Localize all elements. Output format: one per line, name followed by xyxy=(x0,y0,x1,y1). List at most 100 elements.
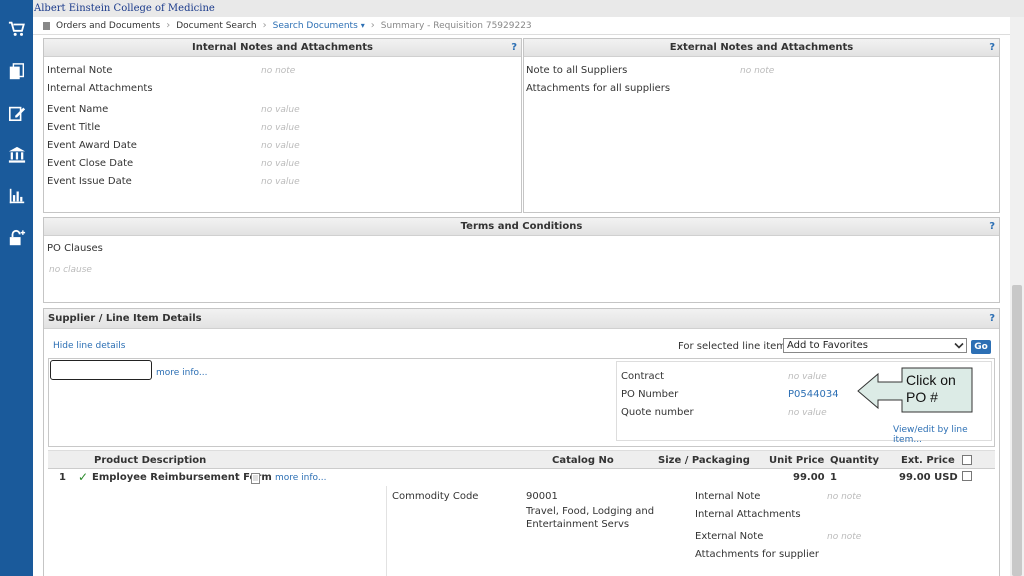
breadcrumb-orders-documents[interactable]: Orders and Documents xyxy=(56,21,160,31)
event-name-label: Event Name xyxy=(47,104,109,115)
scrollbar-thumb[interactable] xyxy=(1012,285,1022,576)
quote-number-value: no value xyxy=(788,408,827,418)
documents-icon[interactable] xyxy=(7,62,26,81)
quote-number-label: Quote number xyxy=(621,407,694,418)
col-size-packaging: Size / Packaging xyxy=(658,455,750,466)
col-quantity: Quantity xyxy=(830,455,879,466)
document-icon xyxy=(43,21,50,30)
col-catalog-no: Catalog No xyxy=(552,455,614,466)
line-internal-note-label: Internal Note xyxy=(695,491,761,502)
unit-price: 99.00 xyxy=(793,472,825,483)
line-item-checkbox[interactable] xyxy=(962,471,972,481)
event-award-date-label: Event Award Date xyxy=(47,140,137,151)
commodity-code-label: Commodity Code xyxy=(392,491,479,502)
panel-title: Supplier / Line Item Details xyxy=(48,313,202,324)
external-notes-header: External Notes and Attachments ? xyxy=(524,39,999,57)
chevron-down-icon xyxy=(954,342,964,349)
line-more-info-link[interactable]: more info... xyxy=(275,473,326,483)
view-edit-by-line-link[interactable]: View/edit by line item... xyxy=(893,425,991,445)
breadcrumb-summary: Summary - Requisition 75929223 xyxy=(380,20,532,31)
breadcrumb-search-documents[interactable]: Search Documents xyxy=(273,21,358,31)
help-icon[interactable]: ? xyxy=(989,39,995,57)
line-external-note-label: External Note xyxy=(695,531,764,542)
po-clauses-value: no clause xyxy=(49,265,92,275)
internal-note-value: no note xyxy=(261,66,296,76)
breadcrumb-document-search[interactable]: Document Search xyxy=(176,21,256,31)
ext-price: 99.00 USD xyxy=(899,472,958,483)
terms-header: Terms and Conditions ? xyxy=(44,218,999,236)
po-number-label: PO Number xyxy=(621,389,679,400)
line-action-select[interactable]: Add to Favorites xyxy=(783,338,967,353)
external-notes-panel: External Notes and Attachments ? Note to… xyxy=(523,38,1000,213)
event-issue-date-value: no value xyxy=(261,177,300,187)
event-close-date-value: no value xyxy=(261,159,300,169)
line-items-header-row: Product Description Catalog No Size / Pa… xyxy=(48,450,995,469)
edit-icon[interactable] xyxy=(7,103,26,122)
supplier-line-panel: Supplier / Line Item Details ? Hide line… xyxy=(43,308,1000,576)
event-close-date-label: Event Close Date xyxy=(47,158,134,169)
quantity: 1 xyxy=(830,472,837,483)
line-item-row: 1 ✓ Employee Reimbursement Form more inf… xyxy=(48,469,995,576)
breadcrumb: Orders and Documents › Document Search ›… xyxy=(33,17,1010,35)
event-title-label: Event Title xyxy=(47,122,101,133)
commodity-code-value: 90001 xyxy=(526,491,558,502)
event-issue-date-label: Event Issue Date xyxy=(47,176,132,187)
panel-title: External Notes and Attachments xyxy=(669,42,854,53)
attachments-for-supplier-label: Attachments for supplier xyxy=(695,549,820,560)
panel-title: Internal Notes and Attachments xyxy=(191,42,373,53)
line-external-note-value: no note xyxy=(827,532,862,542)
po-clauses-label: PO Clauses xyxy=(47,243,103,254)
event-award-date-value: no value xyxy=(261,141,300,151)
org-name: Albert Einstein College of Medicine xyxy=(34,3,215,14)
product-description[interactable]: Employee Reimbursement Form xyxy=(92,472,272,483)
vertical-scrollbar[interactable] xyxy=(1010,17,1024,576)
col-ext-price: Ext. Price xyxy=(901,455,955,466)
col-unit-price: Unit Price xyxy=(769,455,825,466)
chevron-right-icon: › xyxy=(166,20,171,31)
note-to-suppliers-label: Note to all Suppliers xyxy=(526,65,628,76)
select-value: Add to Favorites xyxy=(787,340,868,351)
select-all-checkbox[interactable] xyxy=(962,455,972,465)
line-internal-note-value: no note xyxy=(827,492,862,502)
document-icon[interactable] xyxy=(251,473,260,484)
dropdown-triangle-icon[interactable]: ▾ xyxy=(361,21,365,30)
hide-line-details-link[interactable]: Hide line details xyxy=(53,341,125,351)
lock-icon[interactable] xyxy=(7,228,26,247)
left-nav-sidebar xyxy=(0,0,33,576)
contract-value: no value xyxy=(788,372,827,382)
help-icon[interactable]: ? xyxy=(989,218,995,236)
po-number-link[interactable]: P0544034 xyxy=(788,389,839,400)
event-name-value: no value xyxy=(261,105,300,115)
col-product-description: Product Description xyxy=(94,455,207,466)
contract-label: Contract xyxy=(621,371,665,382)
line-details-box: Commodity Code 90001 Travel, Food, Lodgi… xyxy=(386,486,995,576)
for-selected-label: For selected line items xyxy=(678,341,792,352)
supplier-name-field[interactable] xyxy=(50,360,152,380)
supplier-more-info-link[interactable]: more info... xyxy=(156,368,207,378)
line-number: 1 xyxy=(59,472,66,483)
chevron-right-icon: › xyxy=(370,20,375,31)
internal-note-label: Internal Note xyxy=(47,65,113,76)
bank-icon[interactable] xyxy=(7,145,26,164)
internal-attachments-label: Internal Attachments xyxy=(47,83,153,94)
cart-icon[interactable] xyxy=(7,19,26,38)
help-icon[interactable]: ? xyxy=(989,309,995,329)
help-icon[interactable]: ? xyxy=(511,39,517,57)
callout-text: Click on PO # xyxy=(906,372,956,405)
check-icon: ✓ xyxy=(78,470,89,484)
chevron-right-icon: › xyxy=(262,20,267,31)
chart-icon[interactable] xyxy=(7,186,26,205)
terms-panel: Terms and Conditions ? PO Clauses no cla… xyxy=(43,217,1000,303)
attachments-all-suppliers-label: Attachments for all suppliers xyxy=(526,83,671,94)
commodity-description: Travel, Food, Lodging and Entertainment … xyxy=(526,506,655,530)
top-bar: Albert Einstein College of Medicine xyxy=(33,0,1024,17)
event-title-value: no value xyxy=(261,123,300,133)
go-button[interactable]: Go xyxy=(971,340,991,354)
panel-title: Terms and Conditions xyxy=(460,221,583,232)
supplier-line-header: Supplier / Line Item Details ? xyxy=(44,309,999,329)
line-internal-attachments-label: Internal Attachments xyxy=(695,509,801,520)
internal-notes-panel: Internal Notes and Attachments ? Interna… xyxy=(43,38,522,213)
supplier-info-box: more info... Contract no value PO Number… xyxy=(48,358,995,447)
note-to-suppliers-value: no note xyxy=(740,66,775,76)
internal-notes-header: Internal Notes and Attachments ? xyxy=(44,39,521,57)
